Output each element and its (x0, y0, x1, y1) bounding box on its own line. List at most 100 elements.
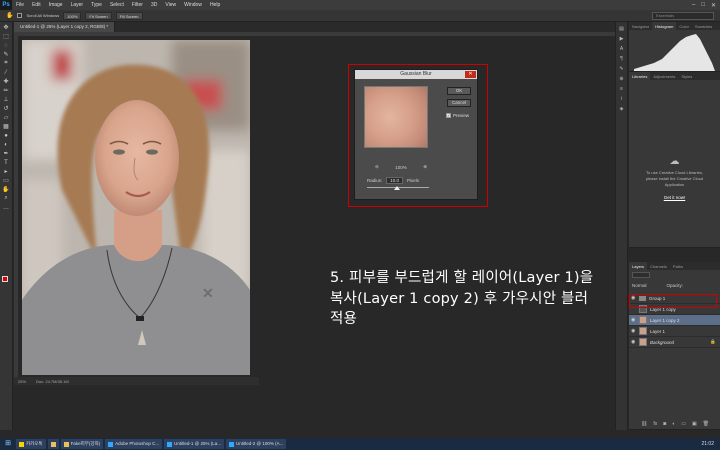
filter-kind-select[interactable] (632, 272, 650, 278)
tab-channels[interactable]: Channels (647, 262, 670, 270)
mask-icon[interactable]: ◙ (663, 421, 666, 427)
layer-row[interactable]: ◉ Layer 1 (629, 326, 720, 337)
menu-file[interactable]: File (12, 2, 28, 8)
blur-tool-icon[interactable]: ● (2, 132, 11, 139)
crop-tool-icon[interactable]: ⌗ (2, 60, 11, 67)
tab-libraries[interactable]: Libraries (629, 72, 651, 80)
brush-tool-icon[interactable]: ✏ (2, 87, 11, 94)
blend-mode-select[interactable]: Normal (632, 283, 647, 288)
character-icon[interactable]: A (618, 46, 625, 52)
eyedropper-tool-icon[interactable]: ⁄ (2, 69, 11, 76)
properties-icon[interactable]: ≡ (618, 86, 625, 92)
zoom-in-icon[interactable]: ⊕ (423, 164, 427, 170)
quick-select-tool-icon[interactable]: ✎ (2, 51, 11, 58)
menu-edit[interactable]: Edit (28, 2, 45, 8)
task-photoshop[interactable]: Adobe Photoshop C... (105, 439, 163, 449)
task-untitled-2[interactable]: Untitled-2 @ 100% (A... (226, 439, 287, 449)
preview-checkbox[interactable]: ✓ (446, 113, 451, 118)
start-icon[interactable]: ⊞ (2, 439, 14, 449)
marquee-tool-icon[interactable]: ⬚ (2, 33, 11, 40)
eye-icon[interactable]: ◉ (631, 328, 636, 334)
edit-toolbar-icon[interactable]: … (2, 204, 11, 211)
get-it-now-link[interactable]: Get it now! (629, 195, 720, 200)
tab-color[interactable]: Color (676, 22, 692, 30)
foreground-color-swatch[interactable] (2, 276, 8, 282)
tab-layers[interactable]: Layers (629, 262, 648, 270)
move-tool-icon[interactable]: ✥ (2, 24, 11, 31)
trash-icon[interactable]: 🗑 (703, 421, 709, 427)
menu-window[interactable]: Window (180, 2, 206, 8)
maximize-icon[interactable]: □ (701, 2, 705, 9)
brush-presets-icon[interactable]: ✎ (618, 66, 625, 72)
task-kakaotalk[interactable]: 카카오톡 (16, 439, 46, 449)
menu-layer[interactable]: Layer (67, 2, 88, 8)
layers-footer: ⛓ fx ◙ ◐ ▭ ▣ 🗑 (641, 421, 709, 427)
close-icon[interactable]: ✕ (711, 2, 716, 9)
path-select-tool-icon[interactable]: ▸ (2, 168, 11, 175)
gradient-tool-icon[interactable]: ▦ (2, 123, 11, 130)
adjustment-icon[interactable]: ◐ (672, 421, 675, 427)
fx-icon[interactable]: fx (653, 421, 657, 427)
info-icon[interactable]: i (618, 96, 625, 102)
menu-type[interactable]: Type (87, 2, 106, 8)
ok-button[interactable]: OK (447, 87, 471, 95)
menu-view[interactable]: View (161, 2, 180, 8)
menu-help[interactable]: Help (206, 2, 224, 8)
task-untitled-1[interactable]: Untitled-1 @ 25% (La... (164, 439, 224, 449)
link-icon[interactable]: ⛓ (641, 421, 647, 427)
zoom-level[interactable]: 25% (18, 379, 26, 384)
photoshop-icon (229, 441, 234, 447)
task-explorer-2[interactable]: Fake피부(강좌) (60, 439, 104, 449)
hand-tool-icon[interactable]: ✋ (6, 12, 13, 19)
clone-source-icon[interactable]: ⊕ (618, 76, 625, 82)
healing-tool-icon[interactable]: ✚ (2, 78, 11, 85)
fit-screen-button[interactable]: Fit Screen (85, 11, 112, 20)
history-brush-icon[interactable]: ↺ (2, 105, 11, 112)
menu-filter[interactable]: Filter (128, 2, 147, 8)
tab-adjustments[interactable]: Adjustments (650, 72, 678, 80)
blur-preview-image[interactable] (364, 86, 428, 148)
radius-slider-thumb[interactable] (394, 186, 400, 190)
tab-swatches[interactable]: Swatches (692, 22, 715, 30)
paragraph-icon[interactable]: ¶ (618, 56, 625, 62)
hand-tool-icon[interactable]: ✋ (2, 186, 11, 193)
fill-screen-button[interactable]: Fill Screen (115, 11, 143, 20)
zoom-out-icon[interactable]: ⊖ (375, 164, 379, 170)
history-icon[interactable]: ▤ (618, 26, 625, 32)
layer-row-selected[interactable]: ◉ Layer 1 copy 2 (629, 315, 720, 326)
actions-icon[interactable]: ▶ (618, 36, 625, 42)
actual-pixels-button[interactable]: 100% (63, 11, 82, 20)
tab-untitled-1[interactable]: Untitled-1 @ 25% (Layer 1 copy 2, RGB/8)… (14, 22, 116, 32)
tab-histogram[interactable]: Histogram (652, 22, 677, 30)
eraser-tool-icon[interactable]: ▱ (2, 114, 11, 121)
new-layer-icon[interactable]: ▣ (692, 421, 697, 427)
system-clock[interactable]: 21:02 (701, 441, 720, 447)
minimize-icon[interactable]: – (692, 2, 695, 9)
eye-icon[interactable]: ◉ (631, 317, 636, 323)
type-tool-icon[interactable]: T (2, 159, 11, 166)
pen-tool-icon[interactable]: ✒ (2, 150, 11, 157)
scroll-all-checkbox[interactable] (17, 13, 23, 18)
eye-icon[interactable]: ◉ (631, 339, 636, 345)
cancel-button[interactable]: Cancel (447, 99, 471, 107)
layer-row[interactable]: ◉ Background 🔒 (629, 337, 720, 348)
radius-input[interactable]: 10.0 (386, 177, 404, 184)
dodge-tool-icon[interactable]: ◐ (2, 141, 11, 148)
stamp-tool-icon[interactable]: ⊥ (2, 96, 11, 103)
shape-tool-icon[interactable]: ▭ (2, 177, 11, 184)
workspace-select[interactable]: Essentials (652, 12, 714, 20)
tab-styles[interactable]: Styles (678, 72, 695, 80)
group-icon[interactable]: ▭ (681, 421, 686, 427)
menu-image[interactable]: Image (45, 2, 67, 8)
menu-select[interactable]: Select (106, 2, 128, 8)
tab-navigator[interactable]: Navigator (629, 22, 652, 30)
3d-icon[interactable]: ◈ (618, 106, 625, 112)
menu-3d[interactable]: 3D (147, 2, 161, 8)
document-canvas[interactable]: ✕ (22, 40, 250, 375)
options-bar: ✋ Scroll All Windows 100% Fit Screen Fil… (0, 10, 720, 22)
task-explorer[interactable] (47, 439, 59, 449)
zoom-tool-icon[interactable]: ⌕ (2, 195, 11, 202)
close-icon[interactable]: ✕ (465, 71, 476, 78)
lasso-tool-icon[interactable]: ◌ (2, 42, 11, 49)
tab-paths[interactable]: Paths (670, 262, 686, 270)
